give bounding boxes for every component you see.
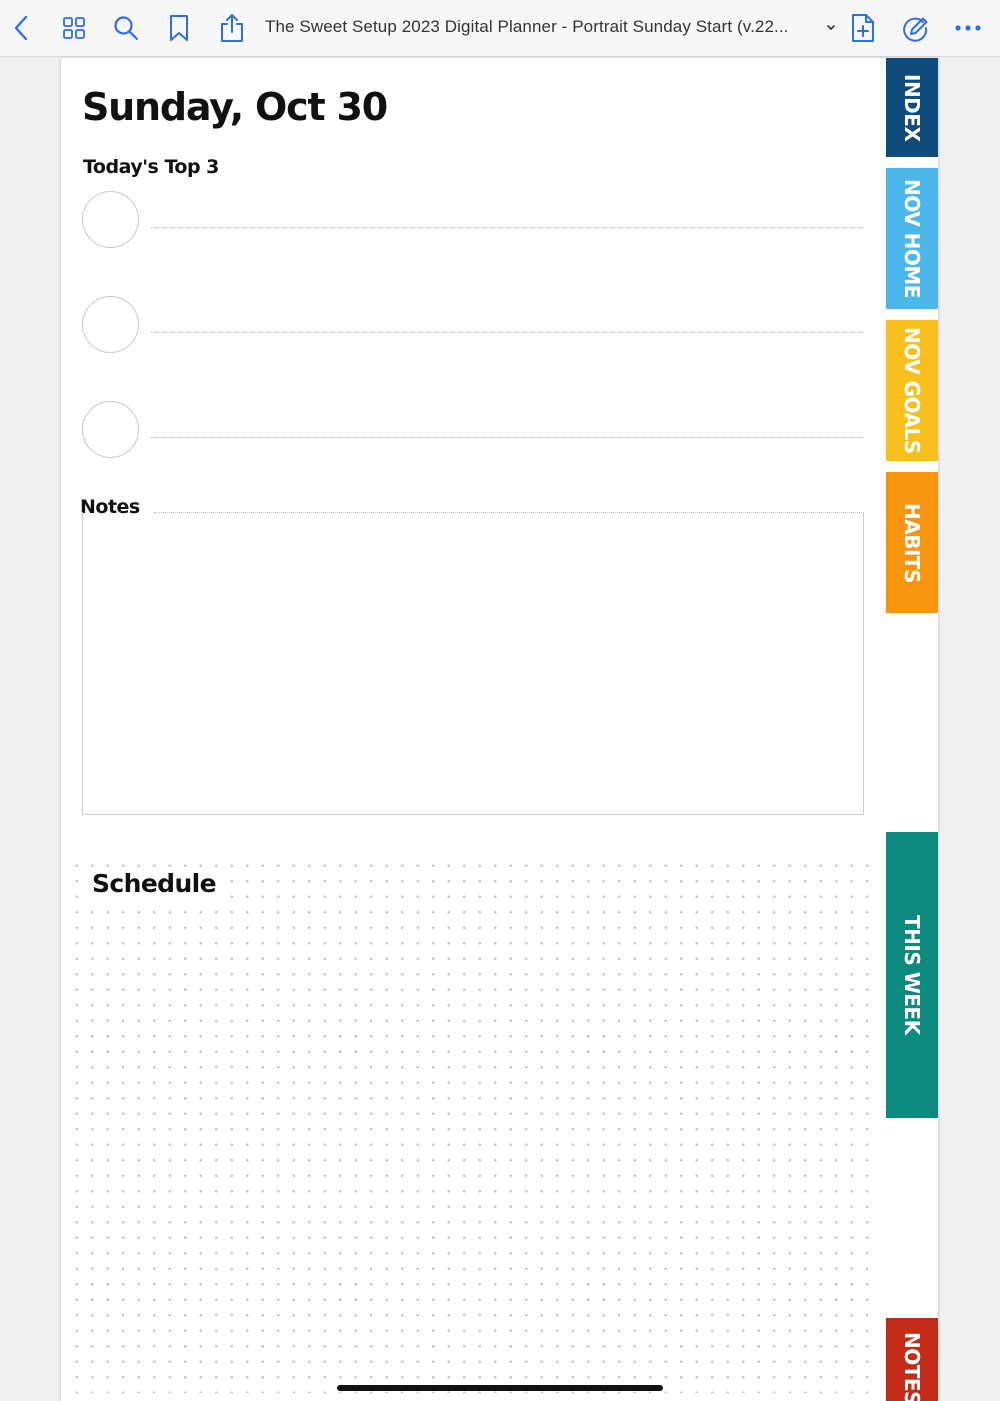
- schedule-dot-grid[interactable]: [69, 858, 869, 1393]
- top3-item: [82, 191, 864, 249]
- tab-nov-home[interactable]: NOV HOME: [886, 168, 938, 309]
- top3-heading: Today's Top 3: [83, 156, 219, 178]
- share-icon[interactable]: [217, 12, 247, 44]
- title-chevron-down-icon[interactable]: [824, 18, 838, 36]
- grid-icon[interactable]: [59, 12, 89, 44]
- tab-index[interactable]: INDEX: [886, 58, 938, 157]
- back-chevron-icon[interactable]: [6, 12, 36, 44]
- tab-index-label: INDEX: [900, 73, 924, 142]
- home-indicator[interactable]: [337, 1385, 663, 1391]
- tab-nov-goals[interactable]: NOV GOALS: [886, 320, 938, 461]
- add-page-icon[interactable]: [848, 12, 878, 44]
- planner-page: Sunday, Oct 30 Today's Top 3 Notes Sched…: [61, 58, 938, 1401]
- top3-checkbox[interactable]: [82, 401, 139, 458]
- tab-nov-goals-label: NOV GOALS: [900, 327, 924, 454]
- tab-habits-label: HABITS: [900, 502, 924, 583]
- tab-notes-label: NOTES: [900, 1332, 924, 1401]
- tab-this-week-label: THIS WEEK: [900, 915, 924, 1035]
- tab-nov-home-label: NOV HOME: [900, 179, 924, 298]
- top3-input-line[interactable]: [151, 227, 864, 229]
- search-icon[interactable]: [111, 12, 141, 44]
- document-title[interactable]: The Sweet Setup 2023 Digital Planner - P…: [265, 17, 788, 41]
- tab-this-week[interactable]: THIS WEEK: [886, 832, 938, 1118]
- top3-item: [82, 296, 864, 354]
- top3-input-line[interactable]: [151, 437, 864, 439]
- app-toolbar: The Sweet Setup 2023 Digital Planner - P…: [0, 0, 1000, 57]
- more-icon[interactable]: [953, 12, 983, 44]
- top3-input-line[interactable]: [151, 332, 864, 334]
- tab-habits[interactable]: HABITS: [886, 472, 938, 613]
- notes-box[interactable]: [82, 512, 864, 815]
- tab-notes[interactable]: NOTES: [886, 1318, 938, 1401]
- pencil-circle-icon[interactable]: [900, 12, 930, 44]
- top3-checkbox[interactable]: [82, 191, 139, 248]
- bookmark-icon[interactable]: [164, 12, 194, 44]
- page-title: Sunday, Oct 30: [82, 85, 388, 129]
- top3-checkbox[interactable]: [82, 296, 139, 353]
- top3-item: [82, 401, 864, 459]
- schedule-heading: Schedule: [90, 869, 218, 898]
